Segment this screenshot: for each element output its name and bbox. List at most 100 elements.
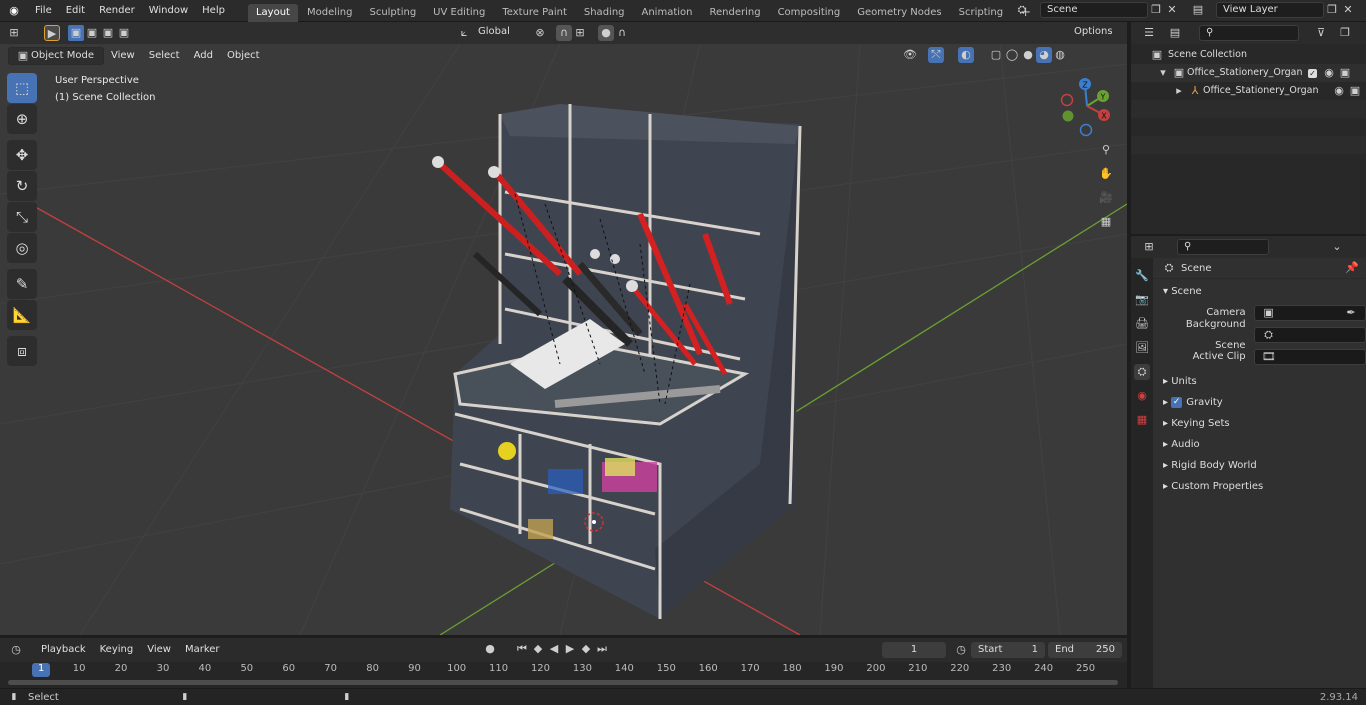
material-shading-icon[interactable]: ◕ [1036,47,1052,63]
background-scene-field[interactable]: ⛭ [1253,326,1366,343]
add-cube-tool-icon[interactable]: ⧈ [7,336,37,366]
measure-tool-icon[interactable]: 📐 [7,300,37,330]
select-extend-icon[interactable]: ▣ [84,25,100,41]
active-clip-field[interactable]: 🎞 [1253,348,1366,365]
select-box-tool-icon[interactable]: ⬚ [7,73,37,103]
pan-hand-icon[interactable]: ✋ [1098,166,1114,182]
filter-icon[interactable]: ⊽ [1313,25,1329,41]
proportional-edit-icon[interactable]: ● [598,25,614,41]
tab-modeling[interactable]: Modeling [299,4,361,22]
eyedropper-icon[interactable]: ✒ [1343,305,1359,321]
texture-properties-icon[interactable]: ▦ [1134,412,1150,428]
rigid-body-world-panel[interactable]: ▸ Rigid Body World [1153,455,1366,476]
output-properties-icon[interactable]: 🖨 [1134,316,1150,332]
exclude-checkbox[interactable]: ✓ [1308,68,1317,78]
gizmo-icon[interactable]: ⤲ [928,47,944,63]
timeline-menu-view[interactable]: View [140,640,178,660]
transform-orientation-dropdown[interactable]: Global [472,25,524,41]
viewport-menu-add[interactable]: Add [187,46,220,66]
collapse-arrow-icon[interactable]: ▸ [1171,83,1187,99]
viewport-menu-view[interactable]: View [104,46,142,66]
delete-view-layer-icon[interactable]: ✕ [1340,2,1356,18]
play-reverse-icon[interactable]: ◀ [546,641,562,657]
custom-properties-panel[interactable]: ▸ Custom Properties [1153,476,1366,497]
camera-field[interactable]: ▣ ✒ [1253,304,1366,321]
delete-scene-icon[interactable]: ✕ [1164,2,1180,18]
outliner-search-input[interactable]: ⚲ [1199,25,1299,41]
tab-rendering[interactable]: Rendering [701,4,768,22]
timeline-ruler[interactable]: 1 10 20 30 40 50 60 70 80 90 100 110 120 130 140 150 160… [0,662,1127,688]
select-tool-icon[interactable]: ▶ [44,25,60,41]
tab-uv-editing[interactable]: UV Editing [425,4,493,22]
world-properties-icon[interactable]: ◉ [1134,388,1150,404]
properties-options-icon[interactable]: ⌄ [1329,239,1345,255]
zoom-icon[interactable]: ⚲ [1098,142,1114,158]
blender-logo-icon[interactable]: ◉ [6,3,22,19]
rotate-tool-icon[interactable]: ↻ [7,171,37,201]
rendered-shading-icon[interactable]: ◍ [1052,47,1068,63]
timeline-menu-marker[interactable]: Marker [178,640,227,660]
tab-animation[interactable]: Animation [634,4,701,22]
timeline-menu-playback[interactable]: Playback [34,640,93,660]
visibility-eye-icon[interactable]: ◉ [1331,83,1347,99]
outliner-row-collection[interactable]: ▾ ▣ Office_Stationery_Organizer_ ✓ ◉ ▣ [1131,64,1366,82]
scene-properties-icon[interactable]: ⛭ [1134,364,1150,380]
overlay-icon[interactable]: ◐ [958,47,974,63]
editor-type-icon[interactable]: ⊞ [6,25,22,41]
tool-properties-icon[interactable]: 🔧 [1134,268,1150,284]
audio-panel[interactable]: ▸ Audio [1153,434,1366,455]
scene-icon[interactable]: ⛭ [1014,2,1030,18]
cursor-tool-icon[interactable]: ⊕ [7,104,37,134]
render-camera-icon[interactable]: ▣ [1337,65,1353,81]
start-frame-field[interactable]: Start 1 [971,642,1045,658]
select-new-icon[interactable]: ▣ [68,25,84,41]
move-tool-icon[interactable]: ✥ [7,140,37,170]
wireframe-shading-icon[interactable]: ◯ [1004,47,1020,63]
outliner-row-scene-collection[interactable]: ▣ Scene Collection [1131,46,1366,64]
tab-scripting[interactable]: Scripting [951,4,1011,22]
tab-geometry-nodes[interactable]: Geometry Nodes [849,4,949,22]
xray-icon[interactable]: ▢ [988,47,1004,63]
scene-panel-header[interactable]: ▾ Scene [1153,281,1366,302]
jump-end-icon[interactable]: ⏭ [594,641,610,657]
timeline-scrollbar[interactable] [8,680,1118,685]
new-collection-icon[interactable]: ❐ [1337,25,1353,41]
viewport-menu-select[interactable]: Select [142,46,187,66]
ortho-grid-icon[interactable]: ▦ [1098,214,1114,230]
transform-tool-icon[interactable]: ◎ [7,233,37,263]
snap-target-icon[interactable]: ⊞ [572,25,588,41]
tab-sculpting[interactable]: Sculpting [361,4,424,22]
visibility-icon[interactable]: 👁 [902,47,918,63]
3d-viewport[interactable]: User Perspective (1) Scene Collection ▣ O… [0,44,1127,635]
timeline-editor-type-icon[interactable]: ◷ [8,642,24,658]
viewport-menu-object[interactable]: Object [220,46,267,66]
view-layer-icon[interactable]: ▤ [1190,2,1206,18]
outliner-row-object[interactable]: ▸ ⅄ Office_Stationery_Organ ◉ ▣ [1131,82,1366,100]
outliner-editor-type-icon[interactable]: ☰ [1141,25,1157,41]
options-button[interactable]: Options [1068,24,1124,42]
next-keyframe-icon[interactable]: ◆ [578,641,594,657]
units-panel[interactable]: ▸ Units [1153,371,1366,392]
scale-tool-icon[interactable]: ⤡ [7,202,37,232]
view-layer-field[interactable]: View Layer [1216,2,1324,18]
pivot-point-icon[interactable]: ⊗ [532,25,548,41]
tab-texture-paint[interactable]: Texture Paint [494,4,575,22]
new-view-layer-icon[interactable]: ❐ [1324,2,1340,18]
end-frame-field[interactable]: End 250 [1048,642,1122,658]
annotate-tool-icon[interactable]: ✎ [7,269,37,299]
prev-keyframe-icon[interactable]: ◆ [530,641,546,657]
camera-view-icon[interactable]: 🎥 [1098,190,1114,206]
menu-file[interactable]: File [28,0,59,22]
select-subtract-icon[interactable]: ▣ [100,25,116,41]
navigation-gizmo[interactable]: Y X Z [1055,74,1120,139]
tab-compositing[interactable]: Compositing [770,4,849,22]
render-properties-icon[interactable]: 📷 [1134,292,1150,308]
gravity-panel[interactable]: ▸ ✓ Gravity [1153,392,1366,413]
visibility-eye-icon[interactable]: ◉ [1321,65,1337,81]
falloff-icon[interactable]: ∩ [614,25,630,41]
menu-render[interactable]: Render [92,0,142,22]
current-frame-field[interactable]: 1 [882,642,946,658]
solid-shading-icon[interactable]: ● [1020,47,1036,63]
menu-edit[interactable]: Edit [59,0,92,22]
menu-window[interactable]: Window [142,0,195,22]
